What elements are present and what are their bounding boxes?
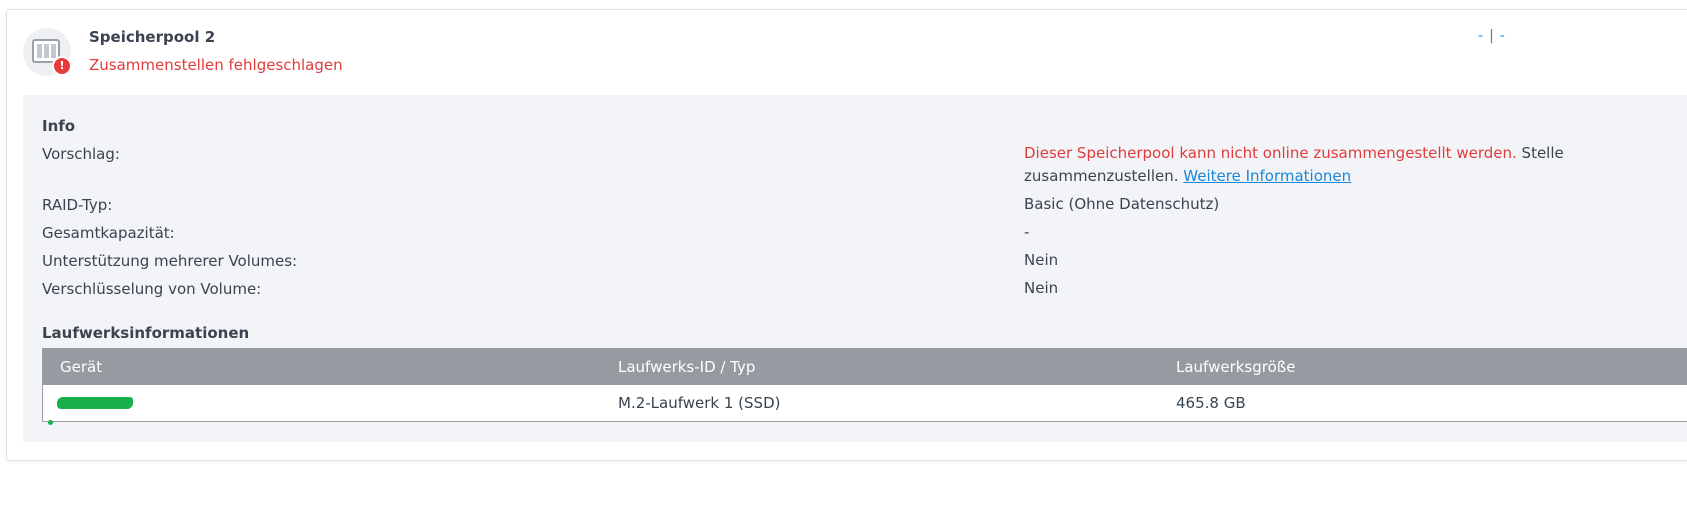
raid-type-value: Basic (Ohne Datenschutz) — [1024, 195, 1220, 213]
column-header-device[interactable]: Gerät — [60, 349, 102, 385]
drive-size-cell: 465.8 GB — [1176, 394, 1246, 412]
raid-type-label: RAID-Typ: — [42, 196, 113, 214]
table-row[interactable]: M.2-Laufwerk 1 (SSD) 465.8 GB — [43, 385, 1687, 425]
drive-id-cell: M.2-Laufwerk 1 (SSD) — [618, 394, 781, 412]
suggestion-error-text: Dieser Speicherpool kann nicht online zu… — [1024, 144, 1517, 162]
info-title: Info — [42, 117, 76, 135]
storage-pool-card: ! Speicherpool 2 Zusammenstellen fehlges… — [6, 9, 1687, 461]
column-header-drive-id[interactable]: Laufwerks-ID / Typ — [618, 349, 755, 385]
total-capacity-label: Gesamtkapazität: — [42, 224, 175, 242]
multi-volume-value: Nein — [1024, 251, 1059, 269]
table-header: Gerät Laufwerks-ID / Typ Laufwerksgröße — [43, 349, 1687, 385]
pool-status: Zusammenstellen fehlgeschlagen — [89, 56, 343, 74]
summary-right[interactable]: - — [1500, 28, 1505, 44]
drive-info-title: Laufwerksinformationen — [42, 324, 250, 342]
more-info-link[interactable]: Weitere Informationen — [1183, 167, 1351, 185]
pool-summary: - | - — [1478, 28, 1505, 44]
multi-volume-label: Unterstützung mehrerer Volumes: — [42, 252, 298, 270]
error-icon: ! — [52, 56, 72, 76]
redaction-dot — [48, 420, 53, 425]
info-panel: Info Vorschlag: Dieser Speicherpool kann… — [23, 95, 1687, 442]
suggestion-label: Vorschlag: — [42, 145, 120, 163]
encryption-value: Nein — [1024, 279, 1059, 297]
summary-separator: | — [1489, 28, 1494, 44]
total-capacity-value: - — [1024, 223, 1030, 241]
pool-title: Speicherpool 2 — [89, 28, 216, 46]
suggestion-value: Dieser Speicherpool kann nicht online zu… — [1024, 142, 1564, 188]
encryption-label: Verschlüsselung von Volume: — [42, 280, 262, 298]
redaction-mark — [57, 397, 133, 409]
column-header-drive-size[interactable]: Laufwerksgröße — [1176, 349, 1295, 385]
summary-left[interactable]: - — [1478, 28, 1483, 44]
drive-table: Gerät Laufwerks-ID / Typ Laufwerksgröße … — [42, 348, 1687, 425]
suggestion-text: Stelle — [1521, 144, 1564, 162]
suggestion-text-line2: zusammenzustellen. — [1024, 167, 1179, 185]
